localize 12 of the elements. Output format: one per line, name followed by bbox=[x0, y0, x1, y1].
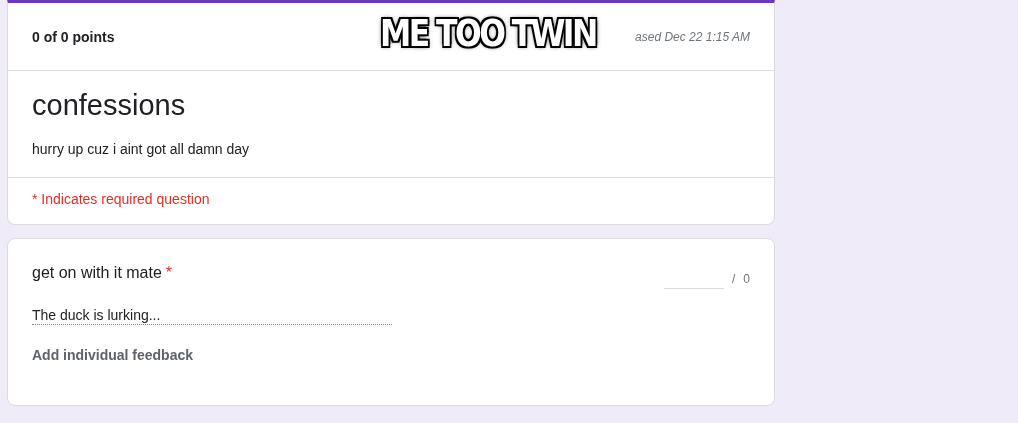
answer-text: The duck is lurking... bbox=[32, 307, 392, 325]
points-separator: / bbox=[731, 271, 736, 286]
question-title: get on with it mate bbox=[32, 264, 162, 281]
meme-caption: ME TOO TWIN bbox=[380, 12, 596, 55]
required-note: * Indicates required question bbox=[31, 190, 211, 209]
score-text: 0 of 0 points bbox=[32, 28, 115, 45]
released-date: ased Dec 22 1:15 AM bbox=[635, 29, 750, 44]
required-marker: * bbox=[165, 264, 173, 281]
feedback-link[interactable]: Add individual feedback bbox=[32, 347, 194, 363]
form-title: confessions bbox=[32, 88, 187, 123]
form-description: hurry up cuz i aint got all damn day bbox=[32, 141, 251, 157]
max-points: 0 bbox=[743, 271, 750, 286]
